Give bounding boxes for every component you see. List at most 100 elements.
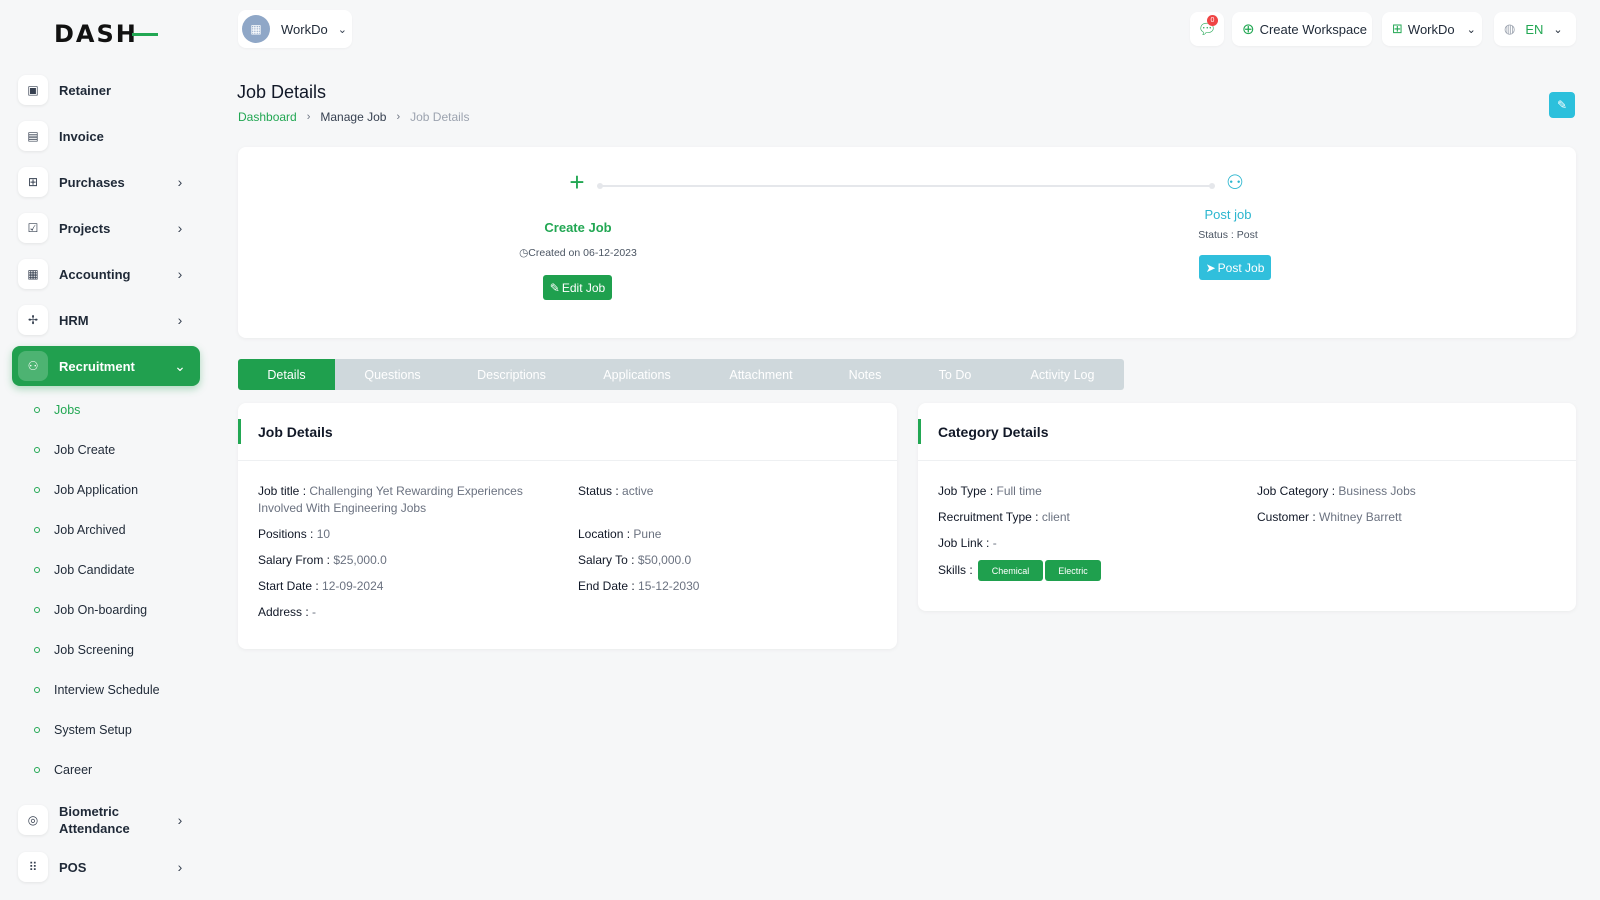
send-icon: ➤ [1205, 260, 1216, 275]
chevron-down-icon: ⌄ [1466, 23, 1476, 36]
sidebar-item-label: Recruitment [59, 358, 135, 374]
field-label: Salary From : [258, 553, 331, 567]
page-title: Job Details [237, 82, 327, 102]
tab-descriptions[interactable]: Descriptions [450, 359, 573, 390]
breadcrumb-manage-job[interactable]: Manage Job [320, 110, 386, 124]
field-label: Status : [578, 484, 619, 498]
sidebar-item-label: Accounting [59, 266, 131, 282]
pencil-icon: ✎ [1556, 98, 1568, 112]
sidebar-subitem-career[interactable]: Career [34, 758, 92, 782]
breadcrumb: Dashboard › Manage Job › Job Details [238, 110, 469, 124]
tab-questions[interactable]: Questions [335, 359, 450, 390]
bullet-icon [34, 727, 40, 733]
sidebar-subitem-job-application[interactable]: Job Application [34, 478, 138, 502]
field-value: Whitney Barrett [1319, 510, 1402, 524]
sidebar-item-retainer[interactable]: ▣ Retainer [12, 70, 200, 110]
post-status-text: Status : Post [1198, 229, 1258, 241]
sidebar-item-label: Purchases [59, 174, 125, 190]
tab-notes[interactable]: Notes [821, 359, 909, 390]
tab-details[interactable]: Details [238, 359, 335, 390]
logo[interactable]: DASH [54, 20, 158, 48]
edit-job-button[interactable]: ✎ Edit Job [543, 275, 612, 300]
edit-job-label: Edit Job [561, 280, 606, 295]
subitem-label: Job Archived [54, 523, 126, 537]
language-label: EN [1525, 21, 1544, 37]
post-job-button[interactable]: ➤ Post Job [1199, 255, 1271, 280]
sidebar-subitem-jobs[interactable]: Jobs [34, 398, 80, 422]
subitem-label: Job Application [54, 483, 139, 497]
bullet-icon [34, 487, 40, 493]
sidebar-subitem-system-setup[interactable]: System Setup [34, 718, 132, 742]
field-salary-from: Salary From : $25,000.0 [258, 552, 387, 569]
field-positions: Positions : 10 [258, 526, 330, 543]
post-job-label: Post Job [1217, 260, 1265, 275]
field-recruitment-type: Recruitment Type : client [938, 509, 1070, 526]
card-title: Category Details [938, 424, 1049, 440]
field-label: Job Link : [938, 536, 990, 550]
field-label: Positions : [258, 527, 314, 541]
sidebar-item-accounting[interactable]: ▦ Accounting › [12, 254, 200, 294]
tab-applications[interactable]: Applications [573, 359, 701, 390]
logo-text: DASH [54, 20, 138, 48]
field-salary-to: Salary To : $50,000.0 [578, 552, 691, 569]
chevron-right-icon: › [177, 812, 183, 828]
subitem-label: Job Candidate [54, 563, 135, 577]
sidebar-item-invoice[interactable]: ▤ Invoice [12, 116, 200, 156]
sidebar-subitem-job-candidate[interactable]: Job Candidate [34, 558, 135, 582]
sidebar-item-label: Projects [59, 220, 111, 236]
sidebar-item-purchases[interactable]: ⊞ Purchases › [12, 162, 200, 202]
sidebar-subitem-job-archived[interactable]: Job Archived [34, 518, 126, 542]
tab-activity-log[interactable]: Activity Log [1001, 359, 1124, 390]
workspace-switcher[interactable]: ▦ WorkDo ⌄ [238, 10, 352, 48]
tab-todo[interactable]: To Do [909, 359, 1001, 390]
sidebar-item-pos[interactable]: ⠿ POS › [12, 847, 200, 887]
sidebar-item-label: Biometric Attendance [59, 804, 130, 836]
sidebar-subitem-job-screening[interactable]: Job Screening [34, 638, 134, 662]
field-location: Location : Pune [578, 526, 661, 543]
chevron-right-icon: › [177, 174, 183, 190]
detail-tabs: Details Questions Descriptions Applicati… [238, 359, 1124, 390]
chevron-down-icon: ⌄ [1553, 23, 1563, 36]
job-details-card: Job Details Job title : Challenging Yet … [238, 403, 897, 649]
subitem-label: System Setup [54, 723, 132, 737]
field-value: client [1041, 510, 1070, 524]
chevron-right-icon: › [177, 266, 183, 282]
bullet-icon [34, 767, 40, 773]
field-customer: Customer : Whitney Barrett [1257, 509, 1402, 526]
subitem-label: Jobs [54, 403, 81, 417]
chat-button[interactable]: 💬︎ 0 [1190, 12, 1224, 46]
field-value: - [992, 536, 997, 550]
retainer-icon: ▣ [18, 75, 48, 105]
sidebar-subitem-job-onboarding[interactable]: Job On-boarding [34, 598, 147, 622]
field-label: Job Type : [938, 484, 994, 498]
sidebar-item-hrm[interactable]: ✢ HRM › [12, 300, 200, 340]
skill-badge: Chemical [978, 560, 1043, 581]
field-label: Address : [258, 605, 309, 619]
sidebar-item-label: Retainer [59, 82, 112, 98]
field-value: $50,000.0 [637, 553, 692, 567]
skill-badge: Electric [1045, 560, 1101, 581]
field-label: Recruitment Type : [938, 510, 1039, 524]
create-workspace-button[interactable]: ⊕ Create Workspace [1232, 12, 1372, 46]
bullet-icon [34, 527, 40, 533]
post-job-step-title: Post job [1204, 207, 1252, 222]
breadcrumb-dashboard[interactable]: Dashboard [238, 110, 297, 124]
edit-page-button[interactable]: ✎ [1549, 92, 1575, 118]
workspace-avatar: ▦ [242, 15, 270, 43]
bullet-icon [34, 607, 40, 613]
sidebar-item-recruitment[interactable]: ⚇ Recruitment ⌄ [12, 346, 200, 386]
globe-icon: ◍ [1504, 21, 1516, 36]
sidebar-subitem-job-create[interactable]: Job Create [34, 438, 115, 462]
sidebar-item-biometric-attendance[interactable]: ◎ Biometric Attendance › [12, 798, 200, 842]
tab-attachment[interactable]: Attachment [701, 359, 821, 390]
field-label: Job Category : [1257, 484, 1336, 498]
chevron-right-icon: › [306, 111, 311, 123]
workdo-menu-button[interactable]: ⊞ WorkDo ⌄ [1382, 12, 1482, 46]
created-on-value: Created on 06-12-2023 [528, 247, 637, 259]
sidebar-item-projects[interactable]: ☑ Projects › [12, 208, 200, 248]
sidebar-subitem-interview-schedule[interactable]: Interview Schedule [34, 678, 160, 702]
field-label: Customer : [1257, 510, 1316, 524]
workspace-name: WorkDo [281, 21, 328, 37]
plus-circle-icon: ⊕ [1242, 21, 1255, 38]
language-switcher[interactable]: ◍ EN ⌄ [1494, 12, 1576, 46]
